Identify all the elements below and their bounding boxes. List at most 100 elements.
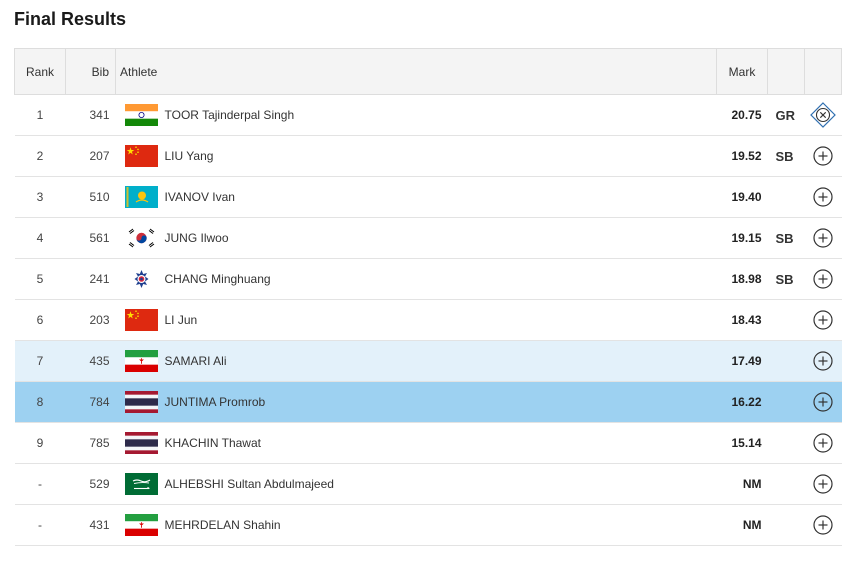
bib-cell: 431: [65, 504, 116, 546]
bib-cell: 784: [65, 381, 116, 423]
expand-row-button[interactable]: [813, 515, 833, 535]
action-cell: [804, 422, 842, 464]
plus-circle-icon: [813, 392, 833, 412]
athlete-name[interactable]: MEHRDELAN Shahin: [165, 518, 281, 532]
expand-row-button[interactable]: [813, 187, 833, 207]
expand-row-button[interactable]: [813, 351, 833, 371]
athlete-name[interactable]: JUNG Ilwoo: [165, 231, 229, 245]
chinese-taipei-flag-icon: [124, 268, 158, 290]
china-flag-icon: [124, 145, 158, 167]
record-badge: [767, 463, 805, 505]
table-row[interactable]: 8 784 JUNTIMA Promrob 16.22: [14, 381, 842, 423]
expand-row-button[interactable]: [813, 392, 833, 412]
rank-cell: 8: [14, 381, 66, 423]
bib-cell: 207: [65, 135, 116, 177]
thailand-flag-icon: [124, 432, 158, 454]
header-action: [804, 48, 842, 95]
expand-row-button[interactable]: [813, 474, 833, 494]
table-row[interactable]: 6 203 LI Jun 18.43: [14, 299, 842, 341]
plus-circle-icon: [813, 310, 833, 330]
action-cell: [804, 463, 842, 505]
header-mark[interactable]: Mark: [716, 48, 768, 95]
action-cell: [804, 504, 842, 546]
record-badge: [767, 340, 805, 382]
mark-cell: 20.75: [716, 94, 768, 136]
athlete-name[interactable]: LI Jun: [165, 313, 198, 327]
record-badge: [767, 299, 805, 341]
plus-circle-icon: [813, 433, 833, 453]
mark-cell: NM: [716, 463, 768, 505]
rank-cell: 4: [14, 217, 66, 259]
kazakhstan-flag-icon: [124, 186, 158, 208]
table-row[interactable]: 5 241 CHANG Minghuang 18.98 SB: [14, 258, 842, 300]
athlete-cell: MEHRDELAN Shahin: [115, 504, 717, 546]
expand-row-button[interactable]: [813, 228, 833, 248]
athlete-name[interactable]: IVANOV Ivan: [165, 190, 235, 204]
expand-row-button[interactable]: [813, 310, 833, 330]
rank-cell: 3: [14, 176, 66, 218]
action-cell: [804, 340, 842, 382]
rank-cell: -: [14, 463, 66, 505]
bib-cell: 341: [65, 94, 116, 136]
mark-cell: 16.22: [716, 381, 768, 423]
table-row[interactable]: 9 785 KHACHIN Thawat 15.14: [14, 422, 842, 464]
rank-cell: 2: [14, 135, 66, 177]
plus-circle-icon: [813, 351, 833, 371]
bib-cell: 561: [65, 217, 116, 259]
table-row[interactable]: 2 207 LIU Yang 19.52 SB: [14, 135, 842, 177]
plus-circle-icon: [813, 187, 833, 207]
table-row[interactable]: 3 510 IVANOV Ivan 19.40: [14, 176, 842, 218]
iran-flag-icon: [124, 514, 158, 536]
plus-circle-icon: [813, 269, 833, 289]
bib-cell: 529: [65, 463, 116, 505]
athlete-cell: CHANG Minghuang: [115, 258, 717, 300]
bib-cell: 510: [65, 176, 116, 218]
bib-cell: 241: [65, 258, 116, 300]
collapse-row-button[interactable]: [810, 102, 836, 128]
action-cell: [804, 258, 842, 300]
record-badge: SB: [767, 135, 805, 177]
plus-circle-icon: [813, 515, 833, 535]
athlete-name[interactable]: LIU Yang: [165, 149, 214, 163]
athlete-name[interactable]: JUNTIMA Promrob: [165, 395, 266, 409]
record-badge: [767, 176, 805, 218]
athlete-name[interactable]: ALHEBSHI Sultan Abdulmajeed: [165, 477, 334, 491]
mark-cell: 17.49: [716, 340, 768, 382]
record-badge: [767, 381, 805, 423]
table-row[interactable]: 4 561 JUNG Ilwoo 19.15 SB: [14, 217, 842, 259]
action-cell: [804, 381, 842, 423]
table-row[interactable]: -529 ALHEBSHI Sultan Abdulmajeed NM: [14, 463, 842, 505]
action-cell: [804, 176, 842, 218]
expand-row-button[interactable]: [813, 146, 833, 166]
mark-cell: 18.43: [716, 299, 768, 341]
record-badge: SB: [767, 258, 805, 300]
athlete-name[interactable]: CHANG Minghuang: [165, 272, 271, 286]
athlete-name[interactable]: TOOR Tajinderpal Singh: [165, 108, 295, 122]
table-row[interactable]: 7 435 SAMARI Ali 17.49: [14, 340, 842, 382]
mark-cell: 19.52: [716, 135, 768, 177]
athlete-cell: ALHEBSHI Sultan Abdulmajeed: [115, 463, 717, 505]
athlete-name[interactable]: KHACHIN Thawat: [165, 436, 261, 450]
rank-cell: -: [14, 504, 66, 546]
expand-row-button[interactable]: [813, 269, 833, 289]
header-rank[interactable]: Rank: [14, 48, 66, 95]
athlete-name[interactable]: SAMARI Ali: [165, 354, 227, 368]
thailand-flag-icon: [124, 391, 158, 413]
athlete-cell: LI Jun: [115, 299, 717, 341]
rank-cell: 1: [14, 94, 66, 136]
expand-row-button[interactable]: [813, 433, 833, 453]
plus-circle-icon: [813, 474, 833, 494]
rank-cell: 5: [14, 258, 66, 300]
rank-cell: 6: [14, 299, 66, 341]
table-row[interactable]: -431 MEHRDELAN Shahin NM: [14, 504, 842, 546]
results-table: Rank Bib Athlete Mark 1 341 TOOR Tajinderp…: [14, 48, 842, 546]
action-cell: [804, 94, 842, 136]
header-bib[interactable]: Bib: [65, 48, 116, 95]
table-row[interactable]: 1 341 TOOR Tajinderpal Singh 20.75 GR: [14, 94, 842, 136]
bib-cell: 785: [65, 422, 116, 464]
header-athlete[interactable]: Athlete: [115, 48, 717, 95]
action-cell: [804, 299, 842, 341]
bib-cell: 435: [65, 340, 116, 382]
korea-flag-icon: [124, 227, 158, 249]
bib-cell: 203: [65, 299, 116, 341]
